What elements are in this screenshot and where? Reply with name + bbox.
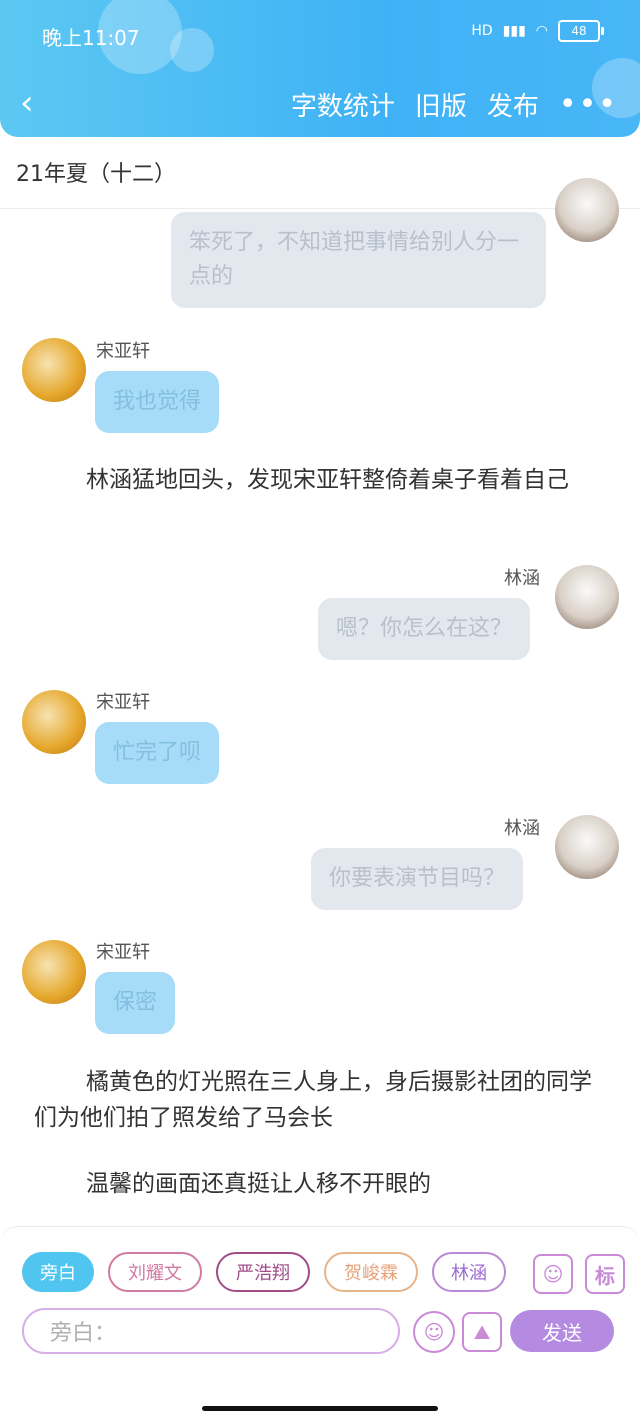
person-avatar[interactable] — [22, 690, 86, 754]
contact-card-icon[interactable]: ☺ — [533, 1254, 573, 1294]
sender-name: 宋亚轩 — [96, 692, 150, 713]
person-avatar[interactable] — [22, 940, 86, 1004]
sender-name: 林涵 — [504, 818, 540, 839]
signal-icon: ▮▮▮ — [502, 23, 526, 39]
image-icon[interactable]: ⛰ — [462, 1312, 502, 1352]
back-icon[interactable]: ‹ — [20, 84, 50, 124]
message-bubble[interactable]: 你要表演节目吗？ — [311, 848, 524, 910]
battery-icon: 48 — [558, 20, 604, 42]
sender-name: 宋亚轩 — [96, 341, 150, 362]
role-chip[interactable]: 林涵 — [432, 1252, 506, 1292]
dog-avatar[interactable] — [555, 178, 619, 242]
message-bubble[interactable]: 嗯？你怎么在这？ — [318, 598, 531, 660]
narration-text[interactable]: 温馨的画面还真挺让人移不开眼的 — [34, 1166, 614, 1202]
app-header: 晚上11:07 HD ▮▮▮ ◠ 48 ‹ 字数统计 旧版 发布 ••• — [0, 0, 640, 137]
message-bubble[interactable]: 我也觉得 — [95, 371, 220, 433]
message-input[interactable]: 旁白： — [22, 1308, 400, 1354]
role-chip[interactable]: 贺峻霖 — [324, 1252, 418, 1292]
send-button[interactable]: 发送 — [510, 1310, 614, 1352]
tag-button[interactable]: 标 — [585, 1254, 625, 1294]
old-version-button[interactable]: 旧版 — [415, 86, 467, 123]
sender-name: 宋亚轩 — [96, 942, 150, 963]
network-label: HD — [471, 23, 493, 39]
status-icons: HD ▮▮▮ ◠ 48 — [471, 20, 604, 42]
role-chip[interactable]: 严浩翔 — [216, 1252, 310, 1292]
header-actions: 字数统计 旧版 发布 ••• — [291, 86, 618, 123]
dog-avatar[interactable] — [555, 565, 619, 629]
wifi-icon: ◠ — [535, 23, 548, 39]
role-chip-narrator[interactable]: 旁白 — [22, 1252, 94, 1292]
sender-name: 林涵 — [504, 568, 540, 589]
home-indicator[interactable] — [202, 1406, 438, 1411]
battery-level: 48 — [571, 24, 587, 38]
dog-avatar[interactable] — [555, 815, 619, 879]
emoji-icon[interactable]: ☺ — [413, 1311, 455, 1353]
message-bubble[interactable]: 保密 — [95, 972, 176, 1034]
narration-text[interactable]: 橘黄色的灯光照在三人身上，身后摄影社团的同学们为他们拍了照发给了马会长 — [34, 1064, 614, 1136]
role-chip[interactable]: 刘耀文 — [108, 1252, 202, 1292]
chapter-title[interactable]: 21年夏（十二） — [16, 156, 176, 188]
message-bubble[interactable]: 笨死了，不知道把事情给别人分一点的 — [171, 212, 546, 308]
decor-circle — [170, 28, 214, 72]
person-avatar[interactable] — [22, 338, 86, 402]
message-bubble[interactable]: 忙完了呗 — [95, 722, 220, 784]
publish-button[interactable]: 发布 — [487, 86, 539, 123]
word-count-button[interactable]: 字数统计 — [291, 86, 395, 123]
narration-text[interactable]: 林涵猛地回头，发现宋亚轩整倚着桌子看着自己 — [34, 462, 614, 498]
status-time: 晚上11:07 — [42, 26, 140, 50]
more-dots-icon[interactable]: ••• — [559, 87, 618, 122]
divider — [0, 208, 640, 209]
